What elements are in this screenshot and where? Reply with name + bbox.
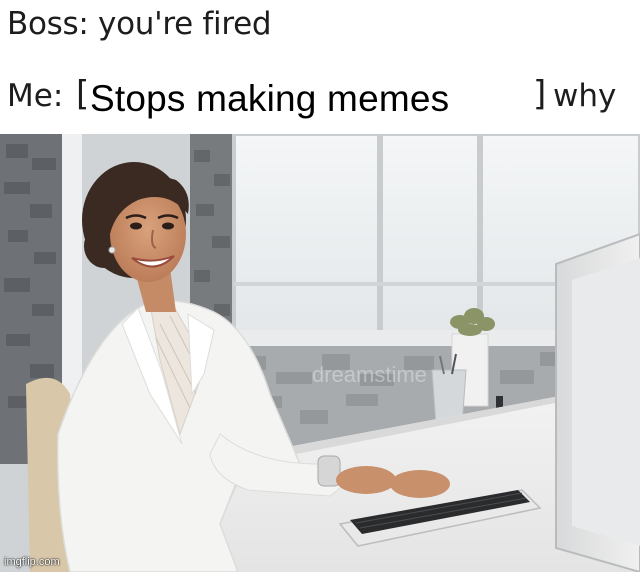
why-word: why — [553, 78, 617, 114]
imgflip-watermark: imgflip.com — [4, 556, 60, 568]
open-bracket: [ — [76, 74, 90, 114]
meme-image: Boss: you're fired Me: [ Stops making me… — [0, 0, 640, 572]
office-photo: dreamstime — [0, 134, 640, 572]
overlay-caption: Stops making memes — [90, 78, 450, 119]
close-bracket: ] — [533, 74, 547, 114]
boss-line: Boss: you're fired — [7, 6, 272, 42]
me-label: Me: — [7, 78, 64, 114]
stock-watermark: dreamstime — [312, 362, 427, 387]
caption-area: Boss: you're fired Me: [ Stops making me… — [0, 0, 640, 134]
